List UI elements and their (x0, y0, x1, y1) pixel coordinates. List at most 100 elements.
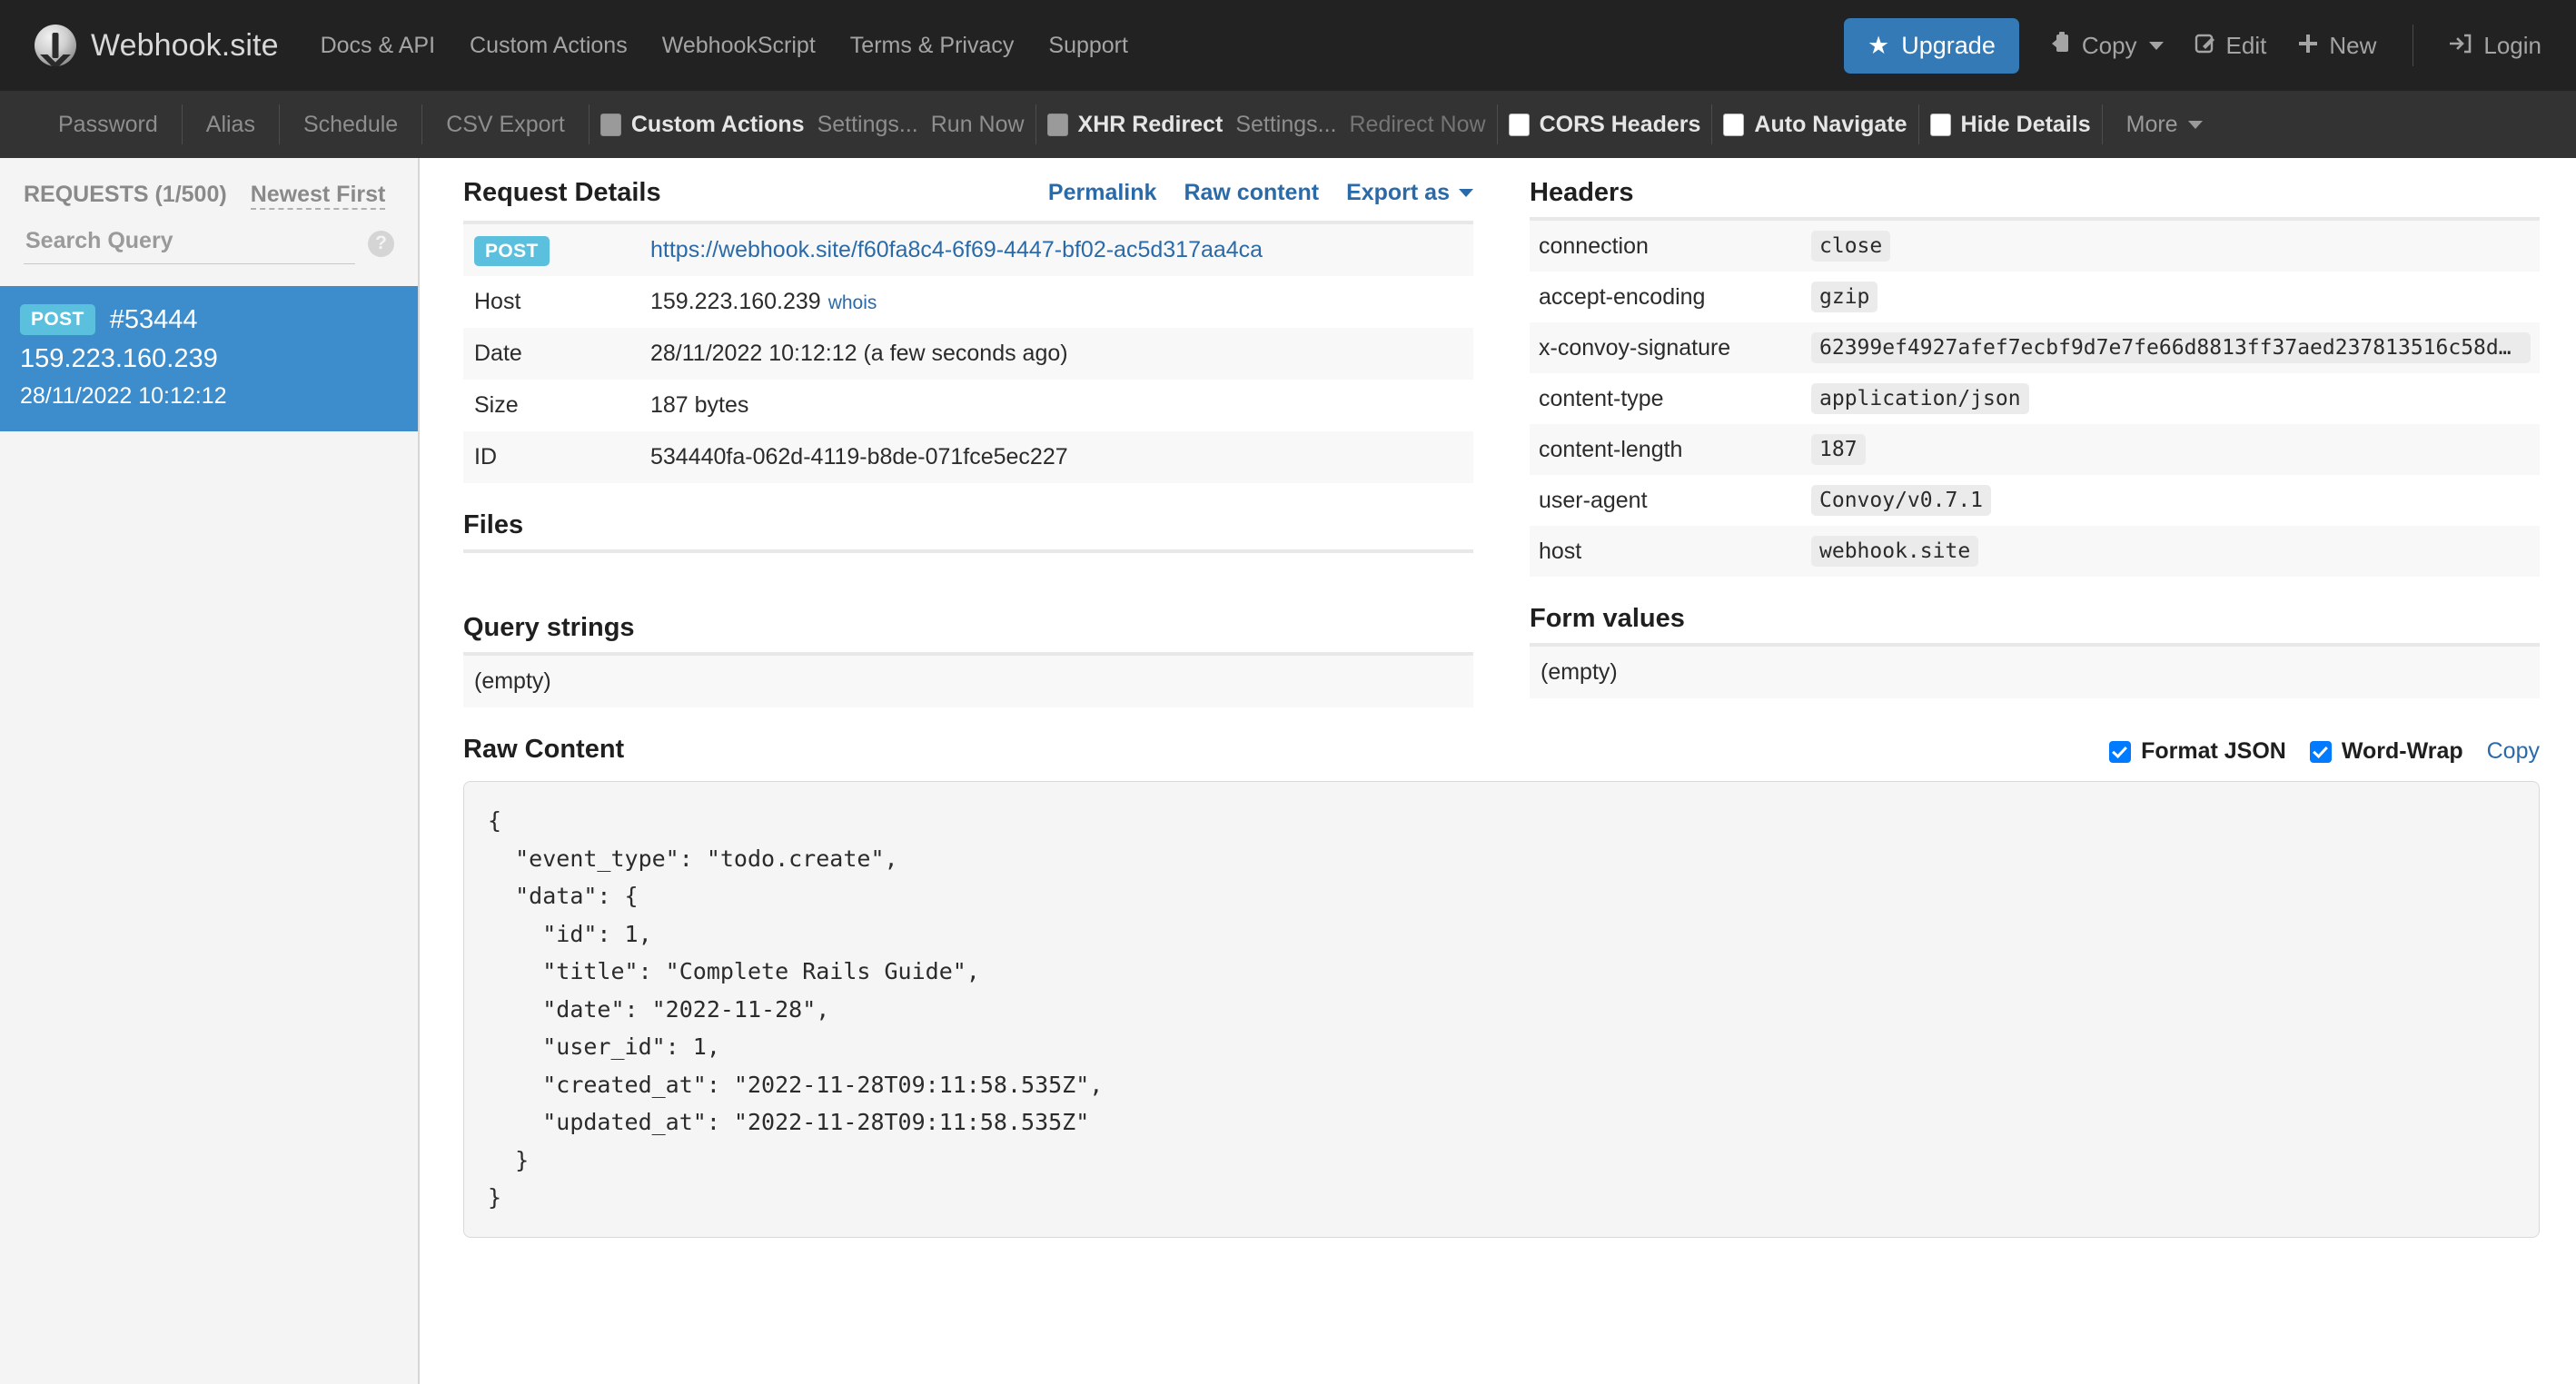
xhr-redirect-checkbox[interactable]: XHR Redirect (1046, 112, 1223, 138)
upgrade-button[interactable]: ★ Upgrade (1844, 17, 2019, 74)
hide-details-checkbox[interactable]: Hide Details (1929, 112, 2091, 138)
toolbar-schedule[interactable]: Schedule (280, 112, 421, 138)
table-row: user-agent Convoy/v0.7.1 (1530, 475, 2540, 526)
checkbox-box-icon (1508, 113, 1530, 136)
nav-link-webhookscript[interactable]: WebhookScript (662, 33, 816, 59)
custom-actions-label: Custom Actions (630, 111, 805, 137)
request-details-header: Request Details Permalink Raw content Ex… (463, 178, 1473, 212)
header-value: webhook.site (1811, 536, 1979, 567)
checkbox-box-icon (599, 113, 621, 136)
raw-content-section: Raw Content Format JSON Word-Wrap Copy {… (463, 735, 2540, 1238)
custom-actions-settings-link[interactable]: Settings... (817, 112, 918, 138)
request-details-title: Request Details (463, 178, 661, 207)
export-as-dropdown[interactable]: Export as (1346, 180, 1473, 206)
header-value-cell: gzip (1802, 272, 2540, 322)
format-json-checkbox[interactable]: Format JSON (2109, 738, 2286, 765)
table-row: ID 534440fa-062d-4119-b8de-071fce5ec227 (463, 431, 1473, 483)
raw-content-options: Format JSON Word-Wrap Copy (2109, 738, 2540, 765)
toolbar-hide-details-group: Hide Details (1919, 112, 2102, 138)
request-method-badge: POST (474, 236, 550, 266)
size-value: 187 bytes (650, 392, 749, 418)
edit-button[interactable]: Edit (2195, 31, 2267, 60)
main-layout: REQUESTS (1/500) Newest First ? POST #53… (0, 158, 2576, 1384)
brand-name: Webhook.site (91, 27, 279, 63)
checkbox-box-icon (1929, 113, 1951, 136)
cors-headers-label: CORS Headers (1539, 111, 1701, 137)
nav-link-docs-api[interactable]: Docs & API (321, 33, 435, 59)
host-value: 159.223.160.239 (650, 289, 821, 314)
request-url-cell: https://webhook.site/f60fa8c4-6f69-4447-… (639, 224, 1473, 276)
request-url-link[interactable]: https://webhook.site/f60fa8c4-6f69-4447-… (650, 237, 1263, 262)
request-method-cell: POST (463, 224, 639, 276)
new-button[interactable]: New (2297, 32, 2376, 60)
date-key: Date (463, 328, 639, 380)
toolbar-cors-headers-group: CORS Headers (1498, 112, 1712, 138)
header-value-cell: Convoy/v0.7.1 (1802, 475, 2540, 526)
toolbar-more-dropdown[interactable]: More (2103, 112, 2226, 138)
whois-link[interactable]: whois (828, 292, 877, 313)
auto-navigate-checkbox[interactable]: Auto Navigate (1723, 112, 1907, 138)
request-ip-label: 159.223.160.239 (20, 344, 218, 373)
edit-icon (2195, 33, 2216, 58)
nav-link-terms-privacy[interactable]: Terms & Privacy (850, 33, 1015, 59)
header-value: application/json (1811, 383, 2029, 414)
raw-content-title: Raw Content (463, 735, 625, 764)
raw-content-box: { "event_type": "todo.create", "data": {… (463, 781, 2540, 1238)
header-value-cell: application/json (1802, 373, 2540, 424)
host-key: Host (474, 289, 521, 314)
header-value: Convoy/v0.7.1 (1811, 485, 1992, 516)
date-value: 28/11/2022 10:12:12 (a few seconds ago) (639, 328, 1473, 380)
search-query-input[interactable] (24, 222, 355, 264)
table-row: Date 28/11/2022 10:12:12 (a few seconds … (463, 328, 1473, 380)
request-details-table: POST https://webhook.site/f60fa8c4-6f69-… (463, 224, 1473, 483)
webhook-site-logo-icon (35, 25, 76, 66)
header-key: user-agent (1539, 487, 1648, 513)
header-key: connection (1530, 221, 1802, 272)
permalink-link[interactable]: Permalink (1048, 180, 1157, 206)
toolbar-password[interactable]: Password (35, 112, 182, 138)
custom-actions-checkbox[interactable]: Custom Actions (599, 111, 805, 138)
form-values-empty-label: (empty) (1530, 647, 2540, 698)
primary-nav: Docs & API Custom Actions WebhookScript … (321, 33, 1128, 59)
edit-button-label: Edit (2225, 31, 2267, 59)
toolbar-csv-export[interactable]: CSV Export (422, 112, 589, 138)
requests-count-label: REQUESTS (1/500) (24, 182, 227, 207)
copy-raw-content-link[interactable]: Copy (2487, 738, 2540, 765)
login-button[interactable]: Login (2450, 32, 2541, 60)
login-button-label: Login (2483, 31, 2541, 59)
question-mark-icon[interactable]: ? (368, 230, 394, 257)
copy-button[interactable]: Copy (2050, 32, 2164, 60)
checkbox-checked-icon (2309, 740, 2332, 763)
toolbar-alias[interactable]: Alias (183, 112, 279, 138)
top-navbar: Webhook.site Docs & API Custom Actions W… (0, 0, 2576, 91)
header-key: host (1530, 526, 1802, 577)
table-row: x-convoy-signature 62399ef4927afef7ecbf9… (1530, 322, 2540, 373)
id-key: ID (463, 431, 639, 483)
request-list-item[interactable]: POST #53444 159.223.160.239 28/11/2022 1… (0, 286, 418, 431)
form-values-section: Form values (empty) (1530, 604, 2540, 698)
login-icon (2450, 33, 2473, 58)
brand-home-link[interactable]: Webhook.site (35, 25, 279, 66)
headers-title: Headers (1530, 178, 1634, 207)
nav-link-custom-actions[interactable]: Custom Actions (470, 33, 628, 59)
new-button-label: New (2329, 31, 2377, 59)
xhr-redirect-settings-link[interactable]: Settings... (1235, 112, 1336, 138)
toolbar-xhr-redirect-group: XHR Redirect Settings... Redirect Now (1036, 112, 1497, 138)
word-wrap-checkbox[interactable]: Word-Wrap (2309, 738, 2463, 765)
raw-content-link[interactable]: Raw content (1184, 180, 1319, 206)
sort-order-toggle[interactable]: Newest First (250, 182, 386, 210)
export-as-label: Export as (1346, 180, 1450, 205)
xhr-redirect-now-link[interactable]: Redirect Now (1350, 112, 1486, 138)
files-section: Files (463, 510, 1473, 586)
checkbox-box-icon (1723, 113, 1745, 136)
size-key: Size (474, 392, 519, 418)
header-value-cell: webhook.site (1802, 526, 2540, 577)
custom-actions-run-now-link[interactable]: Run Now (931, 112, 1025, 138)
query-strings-title: Query strings (463, 613, 635, 642)
raw-content-body[interactable]: { "event_type": "todo.create", "data": {… (488, 802, 2515, 1217)
toolbar-custom-actions-group: Custom Actions Settings... Run Now (590, 112, 1035, 138)
cors-headers-checkbox[interactable]: CORS Headers (1508, 111, 1701, 138)
form-values-title: Form values (1530, 604, 1685, 633)
nav-link-support[interactable]: Support (1048, 33, 1128, 59)
host-value-cell: 159.223.160.239 whois (639, 276, 1473, 328)
